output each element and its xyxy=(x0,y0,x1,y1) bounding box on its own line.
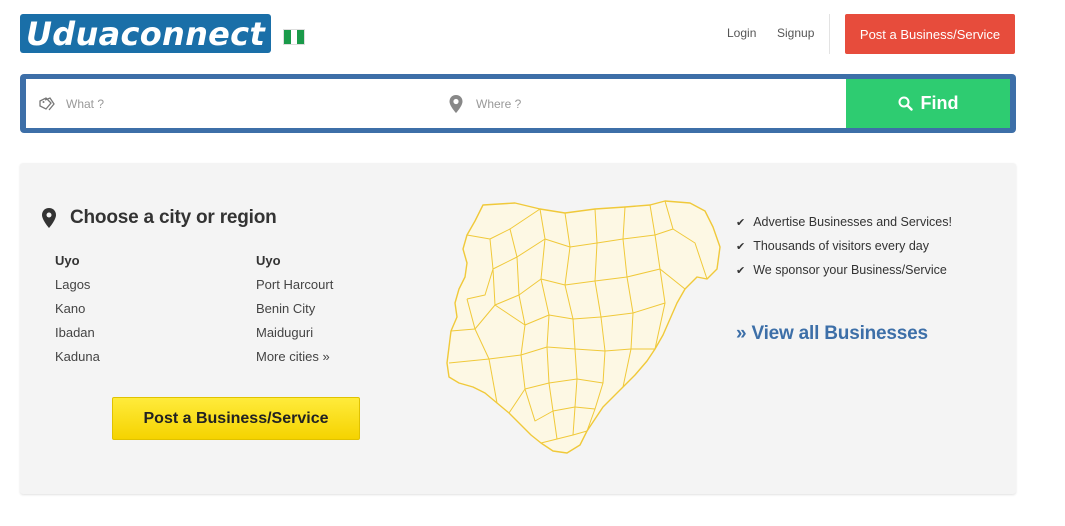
city-link[interactable]: Maiduguri xyxy=(256,323,333,347)
search-bar: What ? Where ? Find xyxy=(20,74,1016,133)
city-link[interactable]: Kano xyxy=(55,299,100,323)
city-list-1: Uyo Lagos Kano Ibadan Kaduna xyxy=(55,251,100,371)
feature-text: Thousands of visitors every day xyxy=(753,239,929,253)
search-icon xyxy=(898,96,913,111)
where-field[interactable]: Where ? xyxy=(436,79,846,128)
find-label: Find xyxy=(920,93,959,113)
city-link[interactable]: Uyo xyxy=(256,251,333,275)
check-icon: ✔ xyxy=(736,264,746,277)
city-link[interactable]: Port Harcourt xyxy=(256,275,333,299)
post-business-button-yellow[interactable]: Post a Business/Service xyxy=(112,397,360,440)
feature-item: ✔ Thousands of visitors every day xyxy=(736,234,952,258)
map-pin-icon xyxy=(449,95,463,113)
nigeria-map[interactable] xyxy=(445,199,725,457)
find-button[interactable]: Find xyxy=(846,79,1010,128)
region-heading: Choose a city or region xyxy=(42,207,277,229)
check-icon: ✔ xyxy=(736,216,746,229)
city-link[interactable]: Benin City xyxy=(256,299,333,323)
more-cities-link[interactable]: More cities » xyxy=(256,347,333,371)
feature-text: Advertise Businesses and Services! xyxy=(753,215,952,229)
city-link[interactable]: Ibadan xyxy=(55,323,100,347)
header: Uduaconnect Login Signup Post a Business… xyxy=(0,0,1065,70)
view-all-businesses-link[interactable]: » View all Businesses xyxy=(736,323,928,345)
city-link[interactable]: Lagos xyxy=(55,275,100,299)
map-marker-icon xyxy=(42,208,56,228)
feature-item: ✔ Advertise Businesses and Services! xyxy=(736,210,952,234)
logo-text: Uduaconnect xyxy=(26,14,266,53)
feature-text: We sponsor your Business/Service xyxy=(753,263,947,277)
city-link[interactable]: Kaduna xyxy=(55,347,100,371)
site-logo[interactable]: Uduaconnect xyxy=(20,14,272,53)
post-business-button[interactable]: Post a Business/Service xyxy=(845,14,1015,54)
nav-divider xyxy=(829,14,830,54)
where-placeholder: Where ? xyxy=(476,96,522,111)
region-panel: Choose a city or region Uyo Lagos Kano I… xyxy=(20,163,1016,494)
signup-link[interactable]: Signup xyxy=(777,26,814,40)
what-placeholder: What ? xyxy=(66,96,105,111)
city-link[interactable]: Uyo xyxy=(55,251,100,275)
login-link[interactable]: Login xyxy=(727,26,756,40)
search-inner: What ? Where ? Find xyxy=(26,79,1010,128)
city-list-2: Uyo Port Harcourt Benin City Maiduguri M… xyxy=(256,251,333,371)
nigeria-flag-icon xyxy=(283,29,305,45)
feature-list: ✔ Advertise Businesses and Services! ✔ Tho… xyxy=(736,210,952,282)
feature-item: ✔ We sponsor your Business/Service xyxy=(736,258,952,282)
check-icon: ✔ xyxy=(736,240,746,253)
tags-icon xyxy=(39,97,55,111)
region-title: Choose a city or region xyxy=(70,207,277,228)
what-field[interactable]: What ? xyxy=(26,79,436,128)
